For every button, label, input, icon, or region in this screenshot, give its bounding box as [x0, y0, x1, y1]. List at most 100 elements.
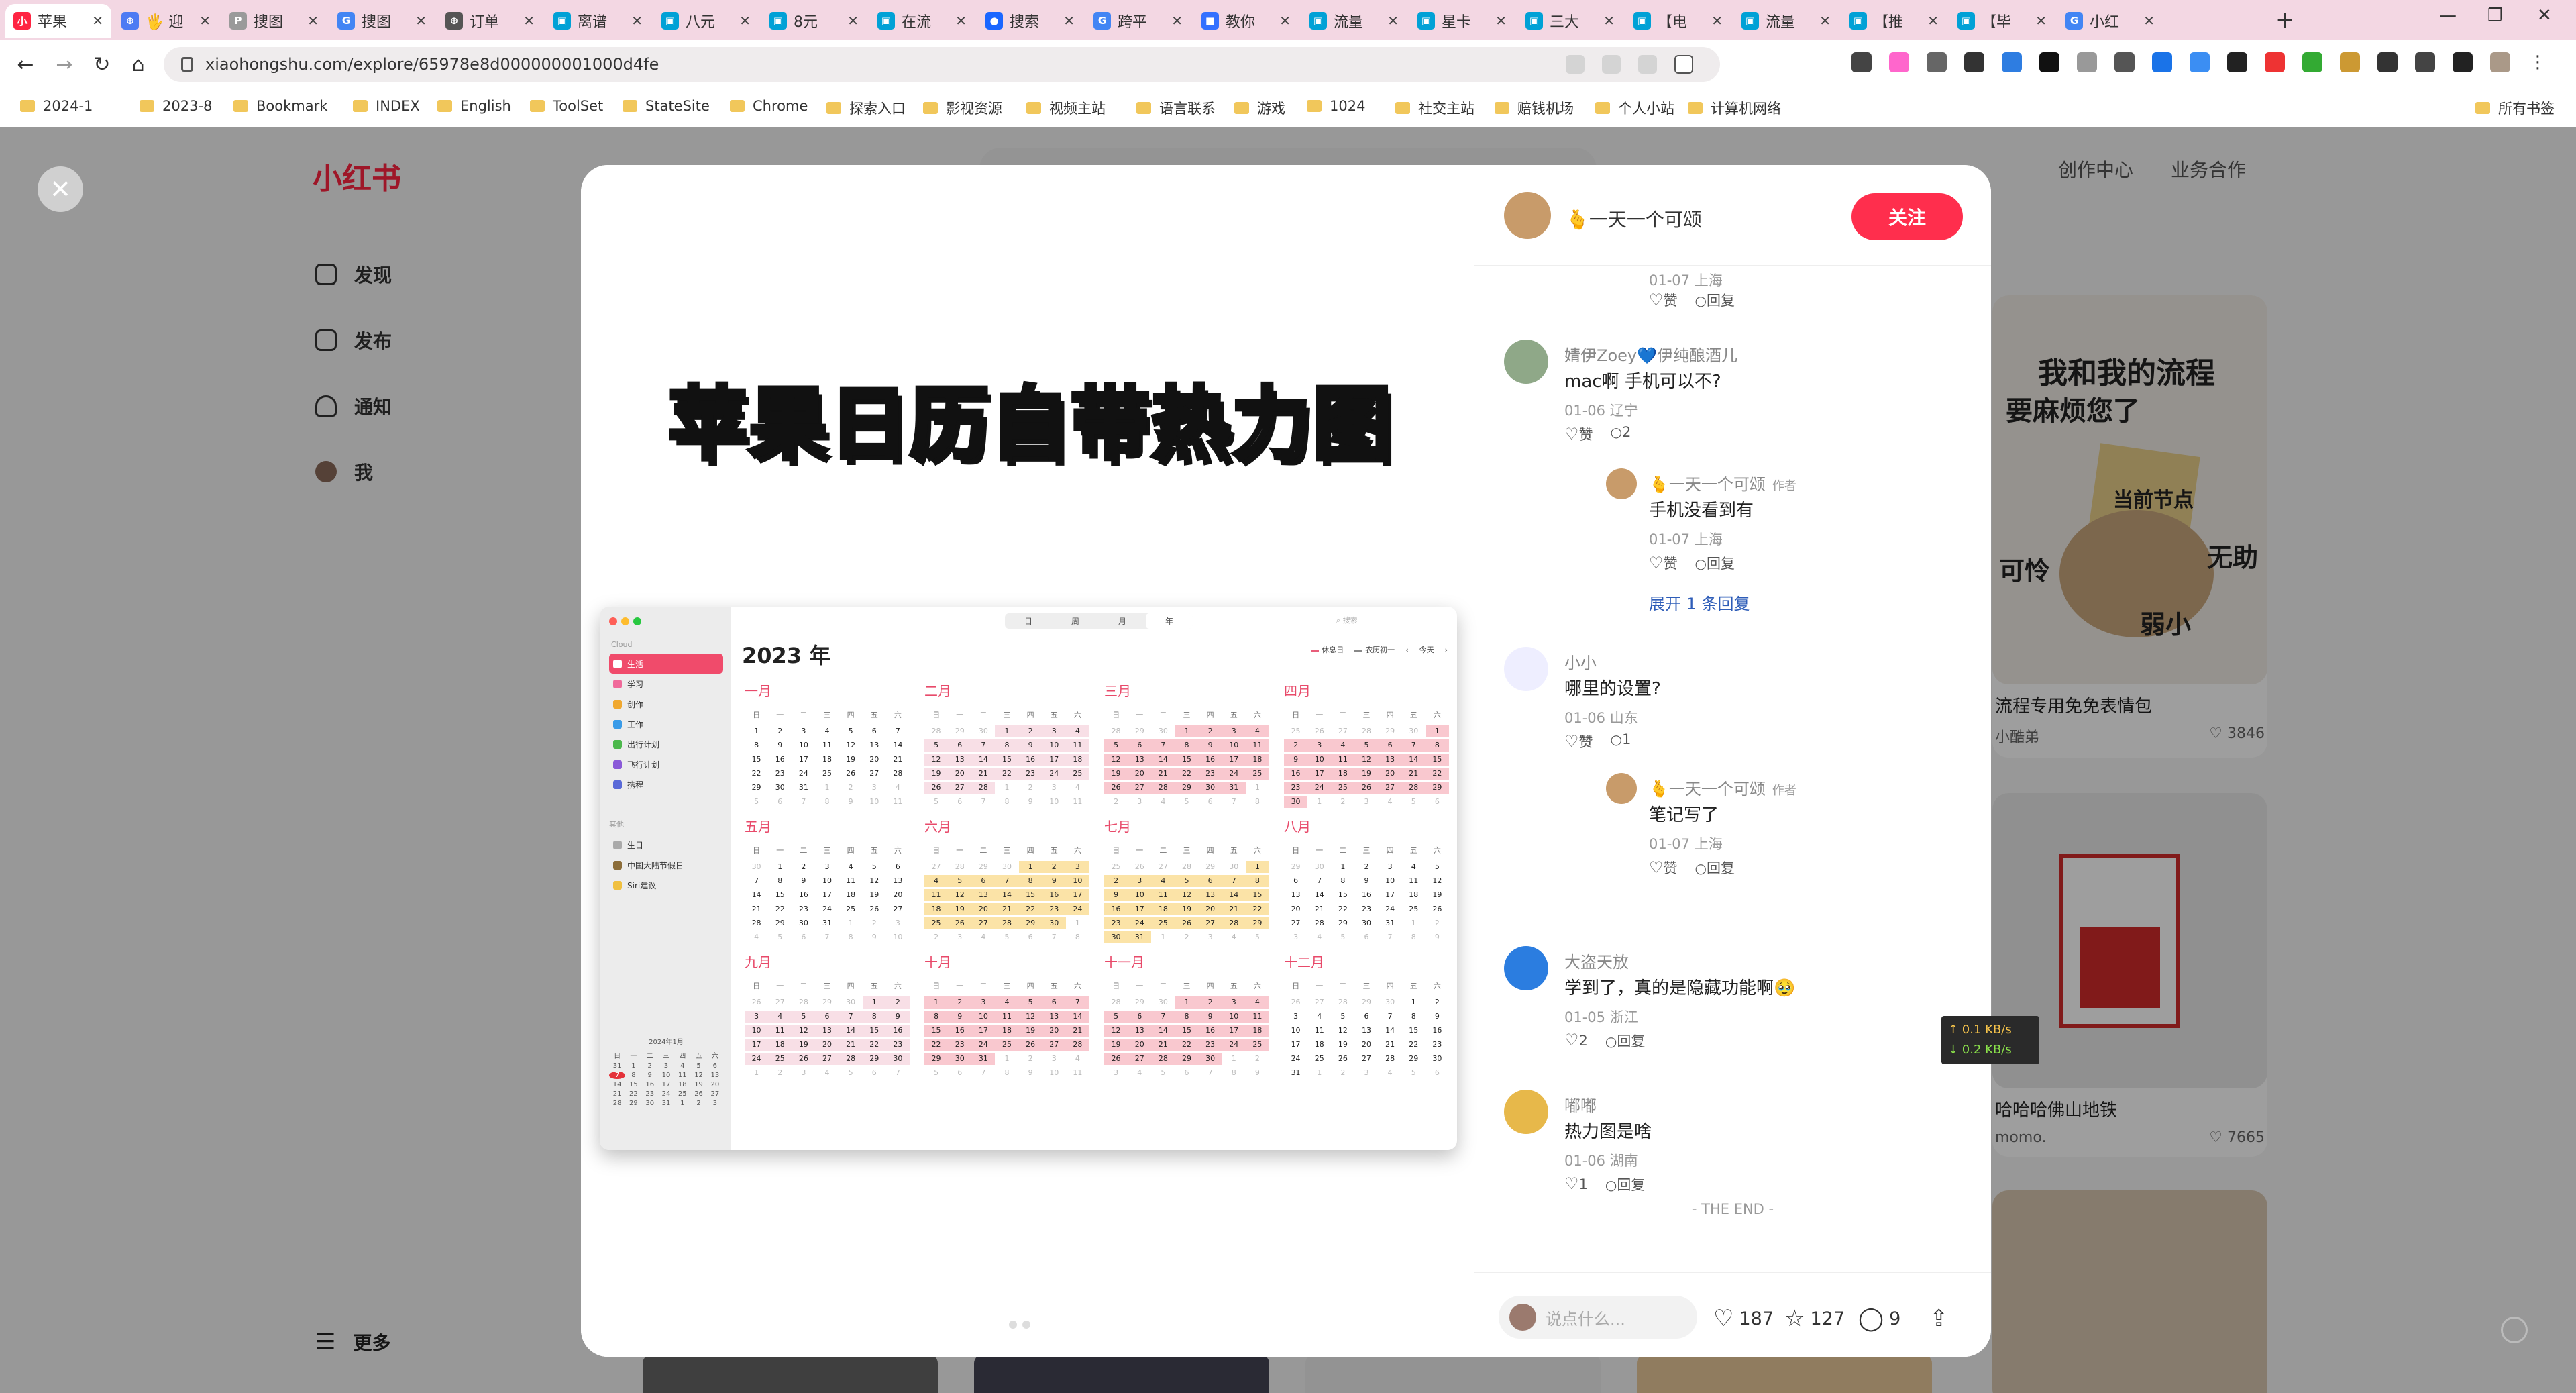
google-icon[interactable] — [1566, 55, 1585, 74]
tab-close-icon[interactable]: ✕ — [1603, 13, 1615, 29]
bookmark-star-icon[interactable] — [1674, 55, 1693, 74]
commenter-name[interactable]: 小小 — [1564, 650, 1597, 673]
reply-button[interactable]: 回复 — [1695, 290, 1735, 310]
extension-icon[interactable] — [1889, 52, 1909, 72]
browser-tab[interactable]: G 搜图 ✕ — [329, 4, 435, 38]
bookmark-item[interactable]: English — [437, 98, 511, 114]
browser-tab[interactable]: ● 搜索 ✕ — [977, 4, 1083, 38]
bookmark-item[interactable]: 语言联系 — [1136, 98, 1216, 118]
tab-close-icon[interactable]: ✕ — [415, 13, 427, 29]
browser-tab[interactable]: 小苹果 ✕ — [5, 4, 111, 38]
like-stat[interactable]: ♡ 187 — [1713, 1305, 1774, 1332]
like-button[interactable]: 赞 — [1649, 553, 1678, 573]
bookmark-item[interactable]: 赔钱机场 — [1495, 98, 1574, 118]
extension-icon[interactable] — [2152, 52, 2172, 72]
bookmark-item[interactable]: 计算机网络 — [1688, 98, 1781, 118]
like-button[interactable]: 赞 — [1649, 858, 1678, 878]
like-button[interactable]: 赞 — [1564, 424, 1593, 444]
extension-icon[interactable] — [2302, 52, 2322, 72]
commenter-name[interactable]: 嘟嘟 — [1564, 1092, 1597, 1116]
extension-icon[interactable] — [2002, 52, 2022, 72]
tab-close-icon[interactable]: ✕ — [1819, 13, 1831, 29]
browser-tab[interactable]: ⊕ 订单 ✕ — [437, 4, 543, 38]
tab-close-icon[interactable]: ✕ — [739, 13, 751, 29]
tab-close-icon[interactable]: ✕ — [1387, 13, 1399, 29]
share-button[interactable]: ⇪ — [1929, 1305, 1954, 1332]
back-icon[interactable]: ← — [11, 50, 40, 79]
expand-replies-link[interactable]: 展开 1 条回复 — [1649, 590, 1750, 614]
bookmark-item[interactable]: 1024 — [1307, 98, 1365, 114]
browser-tab[interactable]: ▣ 8元 ✕ — [761, 4, 867, 38]
tab-close-icon[interactable]: ✕ — [1279, 13, 1291, 29]
bookmark-item[interactable]: 个人小站 — [1595, 98, 1674, 118]
sidebar-icon[interactable] — [2453, 52, 2473, 72]
install-icon[interactable] — [1602, 55, 1621, 74]
bookmark-item[interactable]: 2023-8 — [140, 98, 212, 114]
bookmark-item[interactable]: INDEX — [353, 98, 420, 114]
reply-button[interactable]: 回复 — [1605, 1174, 1645, 1194]
tab-close-icon[interactable]: ✕ — [2035, 13, 2047, 29]
commenter-avatar[interactable] — [1504, 1090, 1548, 1134]
tab-close-icon[interactable]: ✕ — [2143, 13, 2155, 29]
home-icon[interactable]: ⌂ — [123, 50, 153, 79]
bookmark-item[interactable]: 游戏 — [1234, 98, 1285, 118]
browser-tab[interactable]: ⊕ 🖐 迎 ✕ — [113, 4, 219, 38]
browser-tab[interactable]: ▣ 【毕 ✕ — [1949, 4, 2055, 38]
extension-icon[interactable] — [2077, 52, 2097, 72]
all-bookmarks[interactable]: 所有书签 — [2475, 98, 2555, 118]
commenter-avatar[interactable] — [1504, 647, 1548, 691]
restore-icon[interactable]: ❐ — [2487, 5, 2503, 25]
tab-close-icon[interactable]: ✕ — [199, 13, 211, 29]
minimize-icon[interactable]: — — [2439, 5, 2457, 25]
commenter-name[interactable]: 婧伊Zoey💙伊纯酿酒儿 — [1564, 342, 1737, 366]
browser-tab[interactable]: ▣ 星卡 ✕ — [1409, 4, 1515, 38]
tab-close-icon[interactable]: ✕ — [1927, 13, 1939, 29]
browser-tab[interactable]: ▣ 【电 ✕ — [1625, 4, 1731, 38]
reply-button[interactable]: 回复 — [1695, 553, 1735, 573]
commenter-name[interactable]: 🫰一天一个可颂 作者 — [1649, 471, 1796, 495]
like-button[interactable]: 2 — [1564, 1031, 1588, 1051]
collect-stat[interactable]: ☆ 127 — [1784, 1305, 1845, 1332]
bookmark-item[interactable]: Chrome — [730, 98, 808, 114]
reading-list-icon[interactable] — [2415, 52, 2435, 72]
bookmark-item[interactable]: ToolSet — [530, 98, 603, 114]
new-tab-button[interactable]: + — [2275, 7, 2295, 34]
bookmark-item[interactable]: 社交主站 — [1395, 98, 1474, 118]
tab-close-icon[interactable]: ✕ — [307, 13, 319, 29]
extension-icon[interactable] — [2039, 52, 2059, 72]
author-avatar[interactable] — [1504, 192, 1551, 239]
tab-close-icon[interactable]: ✕ — [92, 13, 103, 29]
commenter-name[interactable]: 🫰一天一个可颂 作者 — [1649, 776, 1796, 799]
browser-tab[interactable]: ▣ 流量 ✕ — [1733, 4, 1839, 38]
browser-tab[interactable]: P 搜图 ✕ — [221, 4, 327, 38]
close-window-icon[interactable]: ✕ — [2537, 5, 2552, 25]
profile-avatar[interactable] — [2490, 52, 2510, 72]
like-button[interactable]: 1 — [1564, 1174, 1588, 1194]
commenter-avatar[interactable] — [1504, 946, 1548, 990]
reply-button[interactable]: 回复 — [1605, 1031, 1645, 1051]
extension-icon[interactable] — [1964, 52, 1984, 72]
tab-close-icon[interactable]: ✕ — [955, 13, 967, 29]
comment-input[interactable]: 说点什么... — [1499, 1296, 1697, 1339]
tab-close-icon[interactable]: ✕ — [523, 13, 535, 29]
bookmark-item[interactable]: StateSite — [623, 98, 710, 114]
extension-icon[interactable] — [2227, 52, 2247, 72]
url-field[interactable]: xiaohongshu.com/explore/65978e8d00000000… — [164, 47, 1720, 82]
browser-tab[interactable]: ▣ 八元 ✕ — [653, 4, 759, 38]
browser-tab[interactable]: ▣ 流量 ✕ — [1301, 4, 1407, 38]
author-name[interactable]: 🫰一天一个可颂 — [1566, 205, 1702, 232]
extension-icon[interactable] — [2265, 52, 2285, 72]
reply-button[interactable]: 回复 — [1695, 858, 1735, 878]
tab-close-icon[interactable]: ✕ — [1495, 13, 1507, 29]
commenter-avatar[interactable] — [1606, 468, 1637, 499]
extension-icon[interactable] — [2340, 52, 2360, 72]
menu-icon[interactable]: ⋮ — [2528, 52, 2548, 72]
browser-tab[interactable]: ▣ 离谱 ✕ — [545, 4, 651, 38]
follow-button[interactable]: 关注 — [1851, 193, 1963, 240]
browser-tab[interactable]: ▣ 在流 ✕ — [869, 4, 975, 38]
tab-close-icon[interactable]: ✕ — [1063, 13, 1075, 29]
share-icon[interactable] — [1638, 55, 1657, 74]
reload-icon[interactable]: ↻ — [87, 50, 117, 79]
bookmark-item[interactable]: 影视资源 — [923, 98, 1002, 118]
tab-close-icon[interactable]: ✕ — [1711, 13, 1723, 29]
